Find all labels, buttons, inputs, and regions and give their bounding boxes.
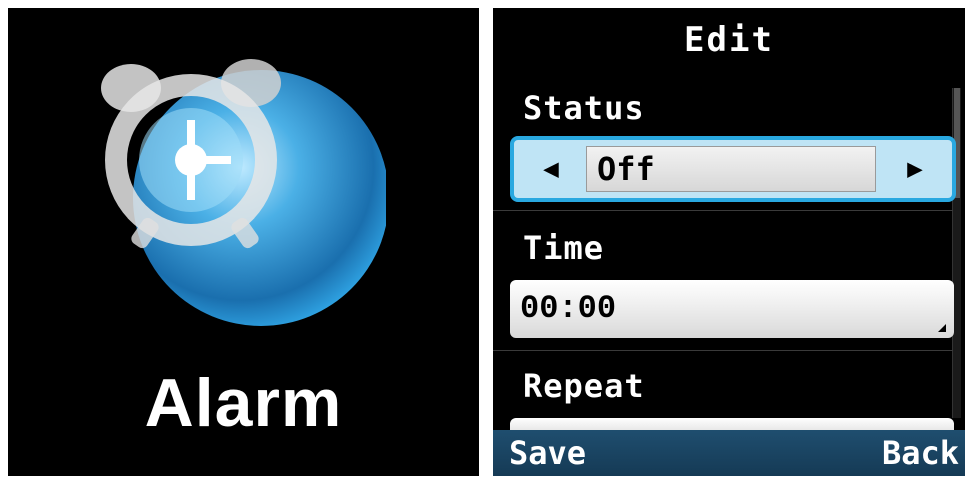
screen-title: Edit: [684, 20, 774, 60]
status-label: Status: [523, 89, 645, 127]
corner-indicator-icon: [938, 324, 946, 332]
right-arrow-icon[interactable]: ▶: [884, 146, 946, 192]
status-selector[interactable]: ◀ Off ▶: [510, 136, 956, 202]
left-arrow-icon[interactable]: ◀: [520, 146, 582, 192]
time-input[interactable]: 00:00: [510, 280, 954, 338]
back-softkey[interactable]: Back: [882, 430, 959, 476]
alarm-clock-icon[interactable]: [96, 48, 386, 338]
save-softkey[interactable]: Save: [509, 430, 586, 476]
app-name-label: Alarm: [144, 365, 343, 441]
time-value: 00:00: [520, 290, 617, 327]
divider: [493, 210, 953, 211]
alarm-app-screen: Alarm: [8, 8, 479, 476]
repeat-label: Repeat: [523, 367, 645, 405]
status-value[interactable]: Off: [586, 146, 876, 192]
time-label: Time: [523, 229, 605, 267]
softkey-bar: Save Back: [493, 430, 965, 476]
edit-alarm-screen: Edit Status ◀ Off ▶ Time 00:00 Repeat Sa…: [493, 8, 965, 476]
divider: [493, 350, 953, 351]
